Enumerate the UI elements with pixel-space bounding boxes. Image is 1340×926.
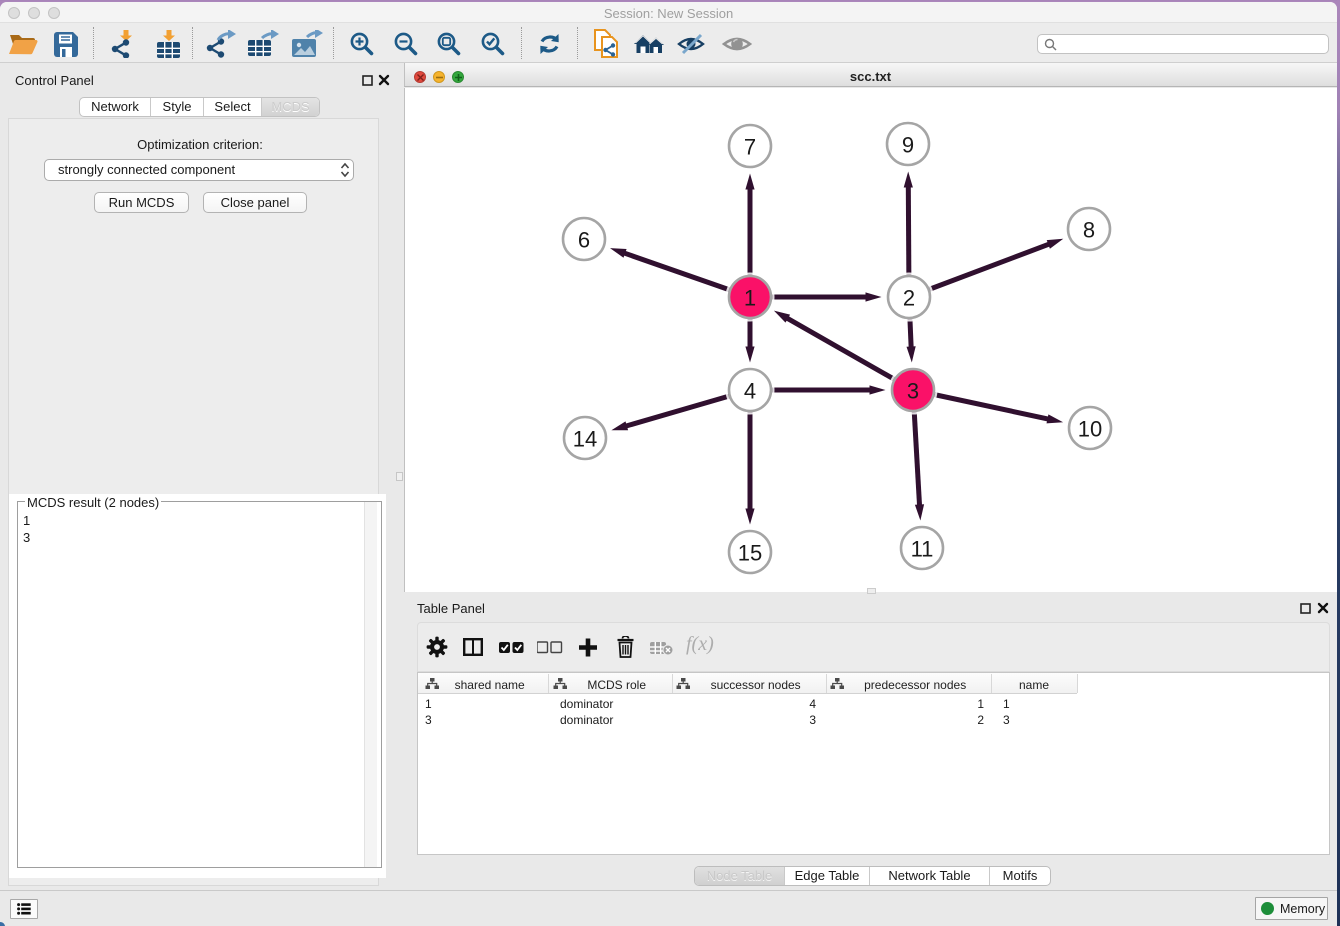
svg-text:7: 7 [744, 135, 756, 160]
svg-text:6: 6 [578, 228, 590, 253]
svg-text:3: 3 [907, 379, 919, 404]
svg-text:1: 1 [744, 286, 756, 311]
svg-text:2: 2 [903, 286, 915, 311]
svg-text:14: 14 [573, 427, 597, 452]
svg-text:4: 4 [744, 379, 756, 404]
svg-text:11: 11 [911, 537, 934, 562]
svg-text:9: 9 [902, 133, 914, 158]
svg-text:15: 15 [738, 541, 762, 566]
svg-text:10: 10 [1078, 417, 1102, 442]
svg-text:8: 8 [1083, 218, 1095, 243]
